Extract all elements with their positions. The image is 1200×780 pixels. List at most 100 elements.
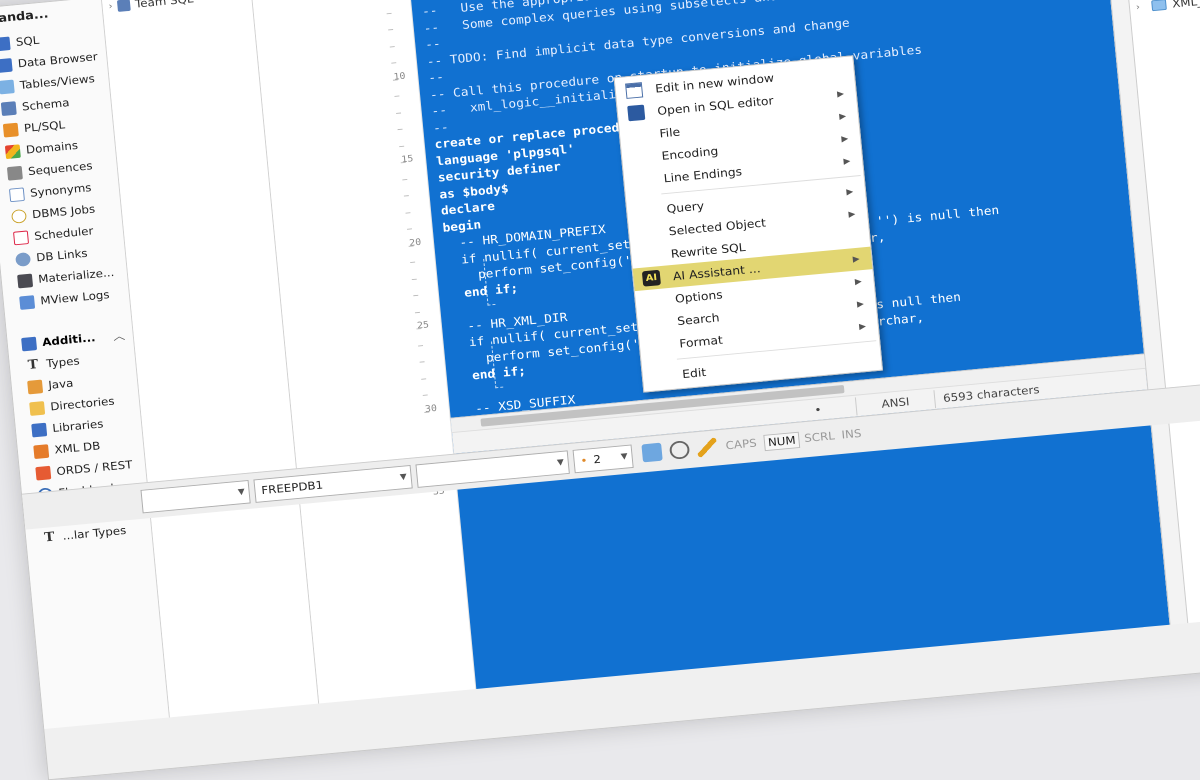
tables-icon — [0, 79, 15, 95]
synonyms-icon — [8, 186, 25, 202]
gutter-tick — [403, 195, 409, 197]
window-icon — [625, 82, 644, 99]
types-icon: T — [27, 356, 39, 373]
nav-item-label: Materialize... — [37, 266, 115, 286]
num-indicator: NUM — [763, 431, 801, 452]
page-stepper[interactable]: • 2 ▼ — [572, 444, 634, 474]
gutter-tick — [397, 128, 403, 131]
line-number: 10 — [393, 70, 406, 82]
chevron-down-icon: ▼ — [620, 452, 629, 462]
menu-item-label: File — [658, 124, 681, 141]
gutter-tick — [411, 278, 417, 280]
gutter-tick — [421, 377, 427, 380]
chevron-right-icon[interactable]: › — [108, 1, 113, 11]
chevron-right-icon: ▶ — [858, 321, 867, 332]
folder-icon — [116, 0, 131, 12]
menu-item-label: Edit — [681, 365, 707, 381]
additional-icon — [21, 336, 38, 352]
menu-item-label: Search — [676, 310, 721, 328]
context-menu: Edit in new window Open in SQL editor ▶ Fil… — [613, 55, 884, 393]
nav-item-label: DBMS Jobs — [31, 202, 96, 221]
gutter-tick — [389, 45, 395, 48]
nav-item-label: PL/SQL — [23, 118, 66, 135]
chevron-right-icon: ▶ — [854, 276, 863, 287]
menu-item-label: Line Endings — [663, 164, 743, 186]
gutter-tick — [396, 112, 401, 114]
directories-icon — [29, 400, 46, 416]
mview-logs-icon — [19, 294, 36, 310]
app-window: Standa... SQL Data Browser Tables/Views Sch… — [0, 0, 1200, 780]
nav-item-label: Sequences — [27, 159, 93, 178]
gutter-tick — [388, 29, 394, 31]
nav-item-label: Directories — [49, 394, 116, 414]
chevron-right-icon: ▶ — [840, 134, 849, 144]
gutter-tick — [405, 211, 411, 214]
object-item[interactable]: › XML_EMPLOYEES_T... — [1129, 0, 1200, 18]
nav-item-label: ORDS / REST — [55, 458, 133, 478]
java-icon — [27, 379, 44, 394]
line-number: 25 — [416, 320, 430, 332]
gutter-tick — [391, 62, 397, 64]
chevron-right-icon: ▶ — [843, 156, 851, 167]
object-item-label: XML_EMPLOYEES_T... — [1172, 0, 1200, 10]
gutter-tick — [394, 95, 400, 97]
ords-icon — [35, 465, 52, 481]
collapse-icon[interactable]: ︿ — [112, 327, 126, 343]
gutter-tick — [407, 228, 413, 230]
menu-item-label: Options — [674, 287, 724, 306]
chevron-right-icon[interactable]: › — [1135, 1, 1146, 12]
nav-item-label: Java — [47, 376, 74, 392]
gutter-tick — [402, 178, 408, 180]
gutter-tick — [399, 145, 405, 147]
nav-item-label: Synonyms — [29, 181, 92, 200]
schema-icon — [0, 100, 17, 116]
plsql-icon — [2, 122, 19, 138]
chevron-right-icon: ▶ — [856, 299, 865, 309]
connection-value: FREEPDB1 — [260, 478, 324, 497]
nav-item-label: MView Logs — [39, 288, 111, 308]
caps-indicator: CAPS — [725, 436, 758, 453]
nav-item-label: Domains — [25, 138, 79, 157]
nav-item-label: Schema — [21, 96, 70, 114]
nav-item-label: Scheduler — [33, 224, 94, 243]
menu-item-label: Rewrite SQL — [670, 240, 747, 261]
gutter-tick — [418, 344, 424, 347]
ai-icon: AI — [641, 269, 661, 287]
chevron-right-icon: ▶ — [845, 187, 854, 197]
sequences-icon — [6, 165, 23, 181]
tree-item[interactable]: › Team SQL — [102, 0, 252, 17]
insert-indicator: INS — [840, 426, 862, 442]
line-number: 30 — [424, 403, 438, 415]
table-icon — [1151, 0, 1167, 12]
schema-combo[interactable]: ▼ — [140, 479, 251, 514]
nav-item-label: Tables/Views — [19, 72, 96, 92]
types-icon: T — [43, 529, 56, 545]
nav-item-label: SQL — [15, 33, 40, 49]
nav-item-label: XML DB — [53, 439, 101, 457]
nav-item-label: ...lar Types — [62, 523, 127, 543]
data-browser-icon — [0, 57, 13, 73]
scheduler-icon — [12, 230, 29, 245]
db-links-icon — [15, 251, 32, 267]
chevron-down-icon: ▼ — [399, 472, 408, 483]
gutter-tick — [414, 311, 420, 313]
additional-group-label: Additi... — [41, 331, 97, 349]
gutter-tick — [386, 12, 392, 14]
gutter-tick — [419, 361, 425, 363]
gutter-tick — [422, 394, 428, 396]
chevron-right-icon: ▶ — [836, 89, 845, 99]
menu-item-label: Encoding — [660, 143, 719, 163]
jobs-icon — [10, 208, 27, 224]
gutter-tick — [413, 294, 419, 297]
xml-db-icon — [33, 443, 50, 459]
pencil-icon[interactable] — [696, 437, 718, 458]
nav-item-label: Types — [45, 354, 81, 371]
gutter-tick — [410, 261, 416, 263]
line-number: 20 — [408, 237, 422, 249]
domains-icon — [4, 143, 21, 159]
format-icon[interactable] — [641, 442, 663, 463]
history-icon[interactable] — [668, 440, 691, 460]
sql-icon — [0, 36, 11, 51]
materialized-view-icon — [17, 273, 34, 288]
status-dot: • — [813, 403, 823, 417]
